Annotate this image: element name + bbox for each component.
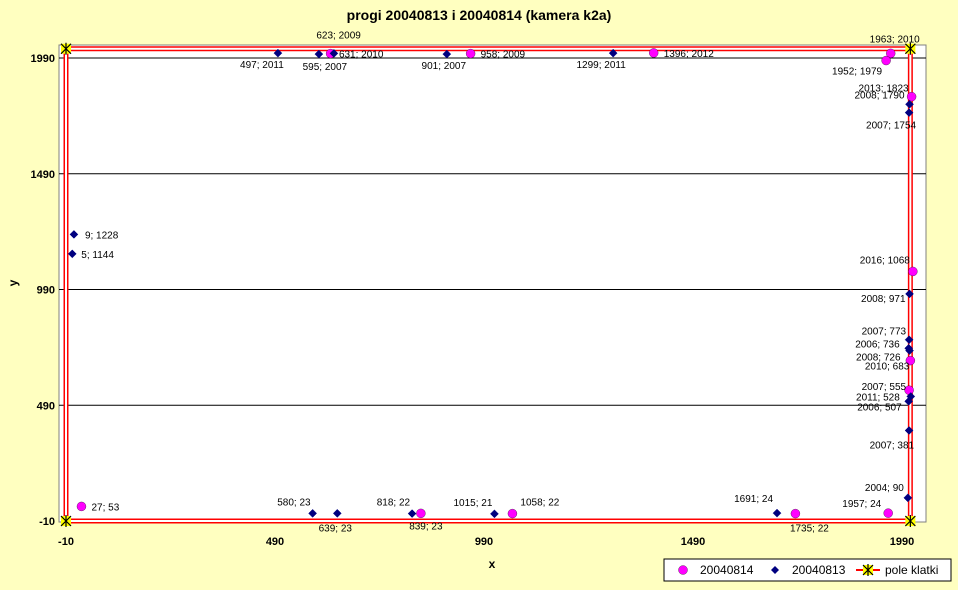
y-tick-label: 990: [37, 285, 55, 297]
point-label: 639; 23: [319, 523, 353, 534]
point-label: 2008; 971: [861, 294, 906, 305]
point-label: 1957; 24: [842, 499, 881, 510]
point-label: 1396; 2012: [664, 49, 714, 60]
point-label: 5; 1144: [81, 250, 114, 261]
y-tick-label: 1490: [31, 169, 55, 181]
x-tick-label: 1490: [681, 536, 705, 548]
legend-label-20040814: 20040814: [700, 563, 754, 577]
legend-label-frame: pole klatki: [885, 563, 938, 577]
point-label: 1735; 22: [790, 524, 829, 535]
point-label: 2006; 507: [857, 402, 902, 413]
point-20040814: [883, 508, 893, 518]
point-label: 1015; 21: [454, 498, 493, 509]
chart: progi 20040813 i 20040814 (kamera k2a) -…: [0, 0, 958, 590]
point-label: 2004; 90: [865, 483, 904, 494]
point-label: 580; 23: [277, 497, 311, 508]
point-label: 901; 2007: [422, 61, 467, 72]
plot-area: [58, 44, 927, 523]
point-20040814: [908, 266, 918, 277]
point-label: 1691; 24: [734, 494, 773, 505]
point-label: 497; 2011: [240, 60, 284, 71]
point-label: 2006; 736: [855, 339, 900, 350]
point-20040814: [76, 501, 87, 512]
x-tick-label: 990: [475, 536, 493, 548]
point-label: 2007; 381: [870, 440, 915, 451]
x-tick-label: 490: [266, 536, 284, 548]
point-label: 9; 1228: [85, 230, 119, 241]
y-tick-label: 1990: [31, 53, 55, 65]
point-label: 631; 2010: [339, 49, 384, 60]
chart-canvas: progi 20040813 i 20040814 (kamera k2a) -…: [6, 7, 952, 582]
point-label: 2016; 1068: [860, 255, 910, 266]
x-tick-label: 1990: [890, 536, 914, 548]
y-axis-label: y: [6, 279, 20, 286]
legend-label-20040813: 20040813: [792, 563, 846, 577]
point-label: 1952; 1979: [832, 67, 882, 78]
point-label: 1299; 2011: [577, 60, 627, 71]
point-20040814: [465, 48, 476, 59]
point-label: 958; 2009: [481, 50, 526, 61]
legend: 20040814 20040813 pole klatki: [663, 558, 952, 582]
point-label: 2008; 1790: [854, 90, 904, 101]
point-20040814: [881, 55, 891, 66]
point-label: 1058; 22: [520, 498, 559, 509]
point-label: 623; 2009: [316, 31, 361, 42]
point-20040814: [790, 508, 801, 519]
y-tick-label: 490: [37, 400, 55, 412]
point-label: 2007; 773: [862, 327, 907, 338]
point-label: 839; 23: [409, 521, 443, 532]
chart-title: progi 20040813 i 20040814 (kamera k2a): [347, 7, 612, 23]
point-label: 2008; 726: [856, 353, 901, 364]
point-20040814: [649, 48, 659, 58]
legend-marker-20040814: [678, 565, 688, 575]
y-tick-label: -10: [39, 516, 55, 528]
point-label: 2007; 1754: [866, 121, 916, 132]
point-label: 595; 2007: [303, 62, 348, 73]
point-label: 27; 53: [91, 502, 119, 513]
point-20040814: [507, 508, 518, 519]
x-axis-label: x: [489, 557, 496, 571]
x-tick-label: -10: [58, 536, 74, 548]
point-20040814: [416, 508, 426, 519]
point-label: 1963; 2010: [870, 34, 920, 45]
point-label: 818; 22: [377, 498, 411, 509]
